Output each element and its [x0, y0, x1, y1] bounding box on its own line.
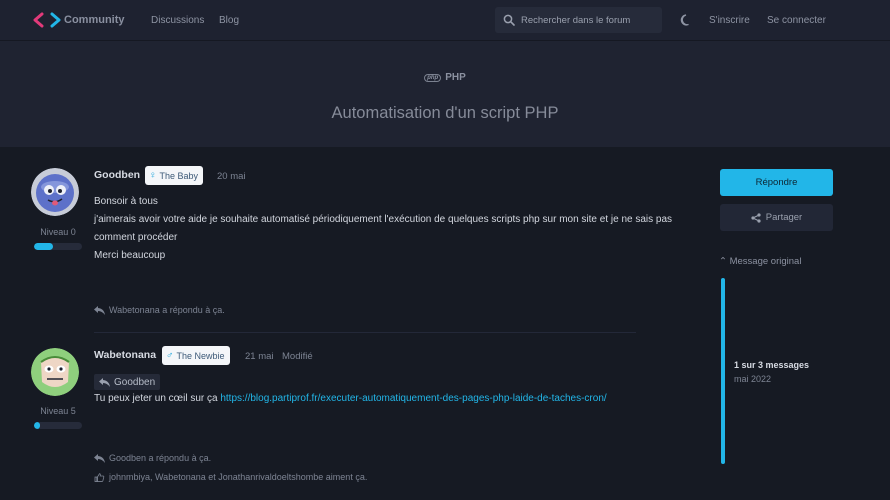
replied-link[interactable]: Wabetonana a répondu à ça. — [94, 305, 225, 315]
edited-indicator[interactable]: Modifié — [282, 351, 313, 362]
likes-text: johnmbiya, Wabetonana et Jonathanrivaldo… — [109, 472, 368, 482]
level-progress — [34, 243, 82, 250]
signup-link[interactable]: S'inscrire — [709, 15, 750, 26]
nav-blog[interactable]: Blog — [219, 15, 239, 26]
post-body-line: Bonsoir à tous — [94, 196, 158, 207]
mention-chip[interactable]: Goodben — [94, 374, 161, 390]
scrubber-track[interactable] — [721, 278, 725, 464]
post-body-line: Merci beaucoup — [94, 250, 166, 261]
logo[interactable]: Community — [32, 11, 125, 29]
badge-label: The Newbie — [176, 350, 225, 361]
share-icon — [751, 212, 761, 223]
likes-link[interactable]: johnmbiya, Wabetonana et Jonathanrivaldo… — [94, 472, 367, 482]
mention-label: Goodben — [114, 376, 156, 388]
child-icon: ♂ — [166, 350, 174, 361]
level-label: Niveau 5 — [40, 406, 76, 416]
scrubber-count: 1 sur 3 messages — [734, 360, 810, 370]
post-author[interactable]: Goodben — [94, 169, 140, 181]
post-body: Tu peux jeter un cœil sur ça https://blo… — [94, 390, 694, 408]
logo-text: Community — [64, 14, 125, 26]
double-chevron-up-icon: ⌃ — [719, 256, 727, 267]
level-progress-fill — [34, 422, 40, 429]
level-label: Niveau 0 — [40, 227, 76, 237]
reply-button[interactable]: Répondre — [720, 169, 833, 196]
login-link[interactable]: Se connecter — [767, 15, 826, 26]
user-badge: ♂ The Newbie — [162, 346, 230, 365]
level-progress — [34, 422, 82, 429]
level-progress-fill — [34, 243, 54, 250]
tag-php[interactable]: php PHP — [0, 72, 890, 83]
avatar[interactable] — [31, 168, 79, 216]
search-input[interactable] — [521, 14, 661, 26]
avatar[interactable] — [31, 348, 79, 396]
post-body-text: Tu peux jeter un cœil sur ça — [94, 393, 221, 404]
baby-icon: ♀ — [149, 170, 157, 181]
avatar-wabetonana-image — [31, 348, 79, 396]
reply-icon — [94, 305, 105, 315]
user-badge: ♀ The Baby — [145, 166, 204, 185]
discussion-hero: php PHP Automatisation d'un script PHP — [0, 40, 890, 147]
badge-label: The Baby — [159, 170, 199, 181]
php-icon: php — [424, 74, 442, 82]
tag-label: PHP — [445, 72, 466, 83]
share-label: Partager — [765, 212, 803, 223]
discussion-title: Automatisation d'un script PHP — [331, 104, 559, 122]
post-divider — [94, 332, 636, 333]
post-body-line: j'aimerais avoir votre aide je souhaite … — [94, 214, 673, 243]
share-button[interactable]: Partager — [720, 204, 833, 231]
original-post-link[interactable]: ⌃ Message original — [719, 256, 801, 267]
reply-icon — [94, 453, 105, 463]
post-body-line: Tu peux jeter un cœil sur ça https://blo… — [94, 390, 694, 408]
replied-link[interactable]: Goodben a répondu à ça. — [94, 453, 211, 463]
thumbs-up-icon — [94, 472, 105, 482]
search-box[interactable] — [495, 7, 662, 33]
nav-discussions[interactable]: Discussions — [151, 15, 204, 26]
replied-text: Goodben a répondu à ça. — [109, 453, 212, 463]
replied-text: Wabetonana a répondu à ça. — [109, 305, 225, 315]
reply-icon — [99, 377, 110, 387]
search-icon — [503, 14, 515, 26]
post-date[interactable]: 21 mai — [245, 351, 274, 362]
top-bar: Community Discussions Blog S'inscrire Se… — [0, 0, 890, 40]
post-author[interactable]: Wabetonana — [94, 349, 156, 361]
post-date[interactable]: 20 mai — [217, 171, 246, 182]
moon-icon[interactable] — [680, 14, 692, 26]
avatar-goodben-image — [31, 168, 79, 216]
logo-icon — [33, 12, 61, 28]
post-body: Bonsoir à tous j'aimerais avoir votre ai… — [94, 193, 674, 265]
original-post-label: Message original — [729, 256, 802, 267]
scrubber-date: mai 2022 — [734, 374, 772, 384]
post-link[interactable]: https://blog.partiprof.fr/executer-autom… — [220, 393, 606, 404]
